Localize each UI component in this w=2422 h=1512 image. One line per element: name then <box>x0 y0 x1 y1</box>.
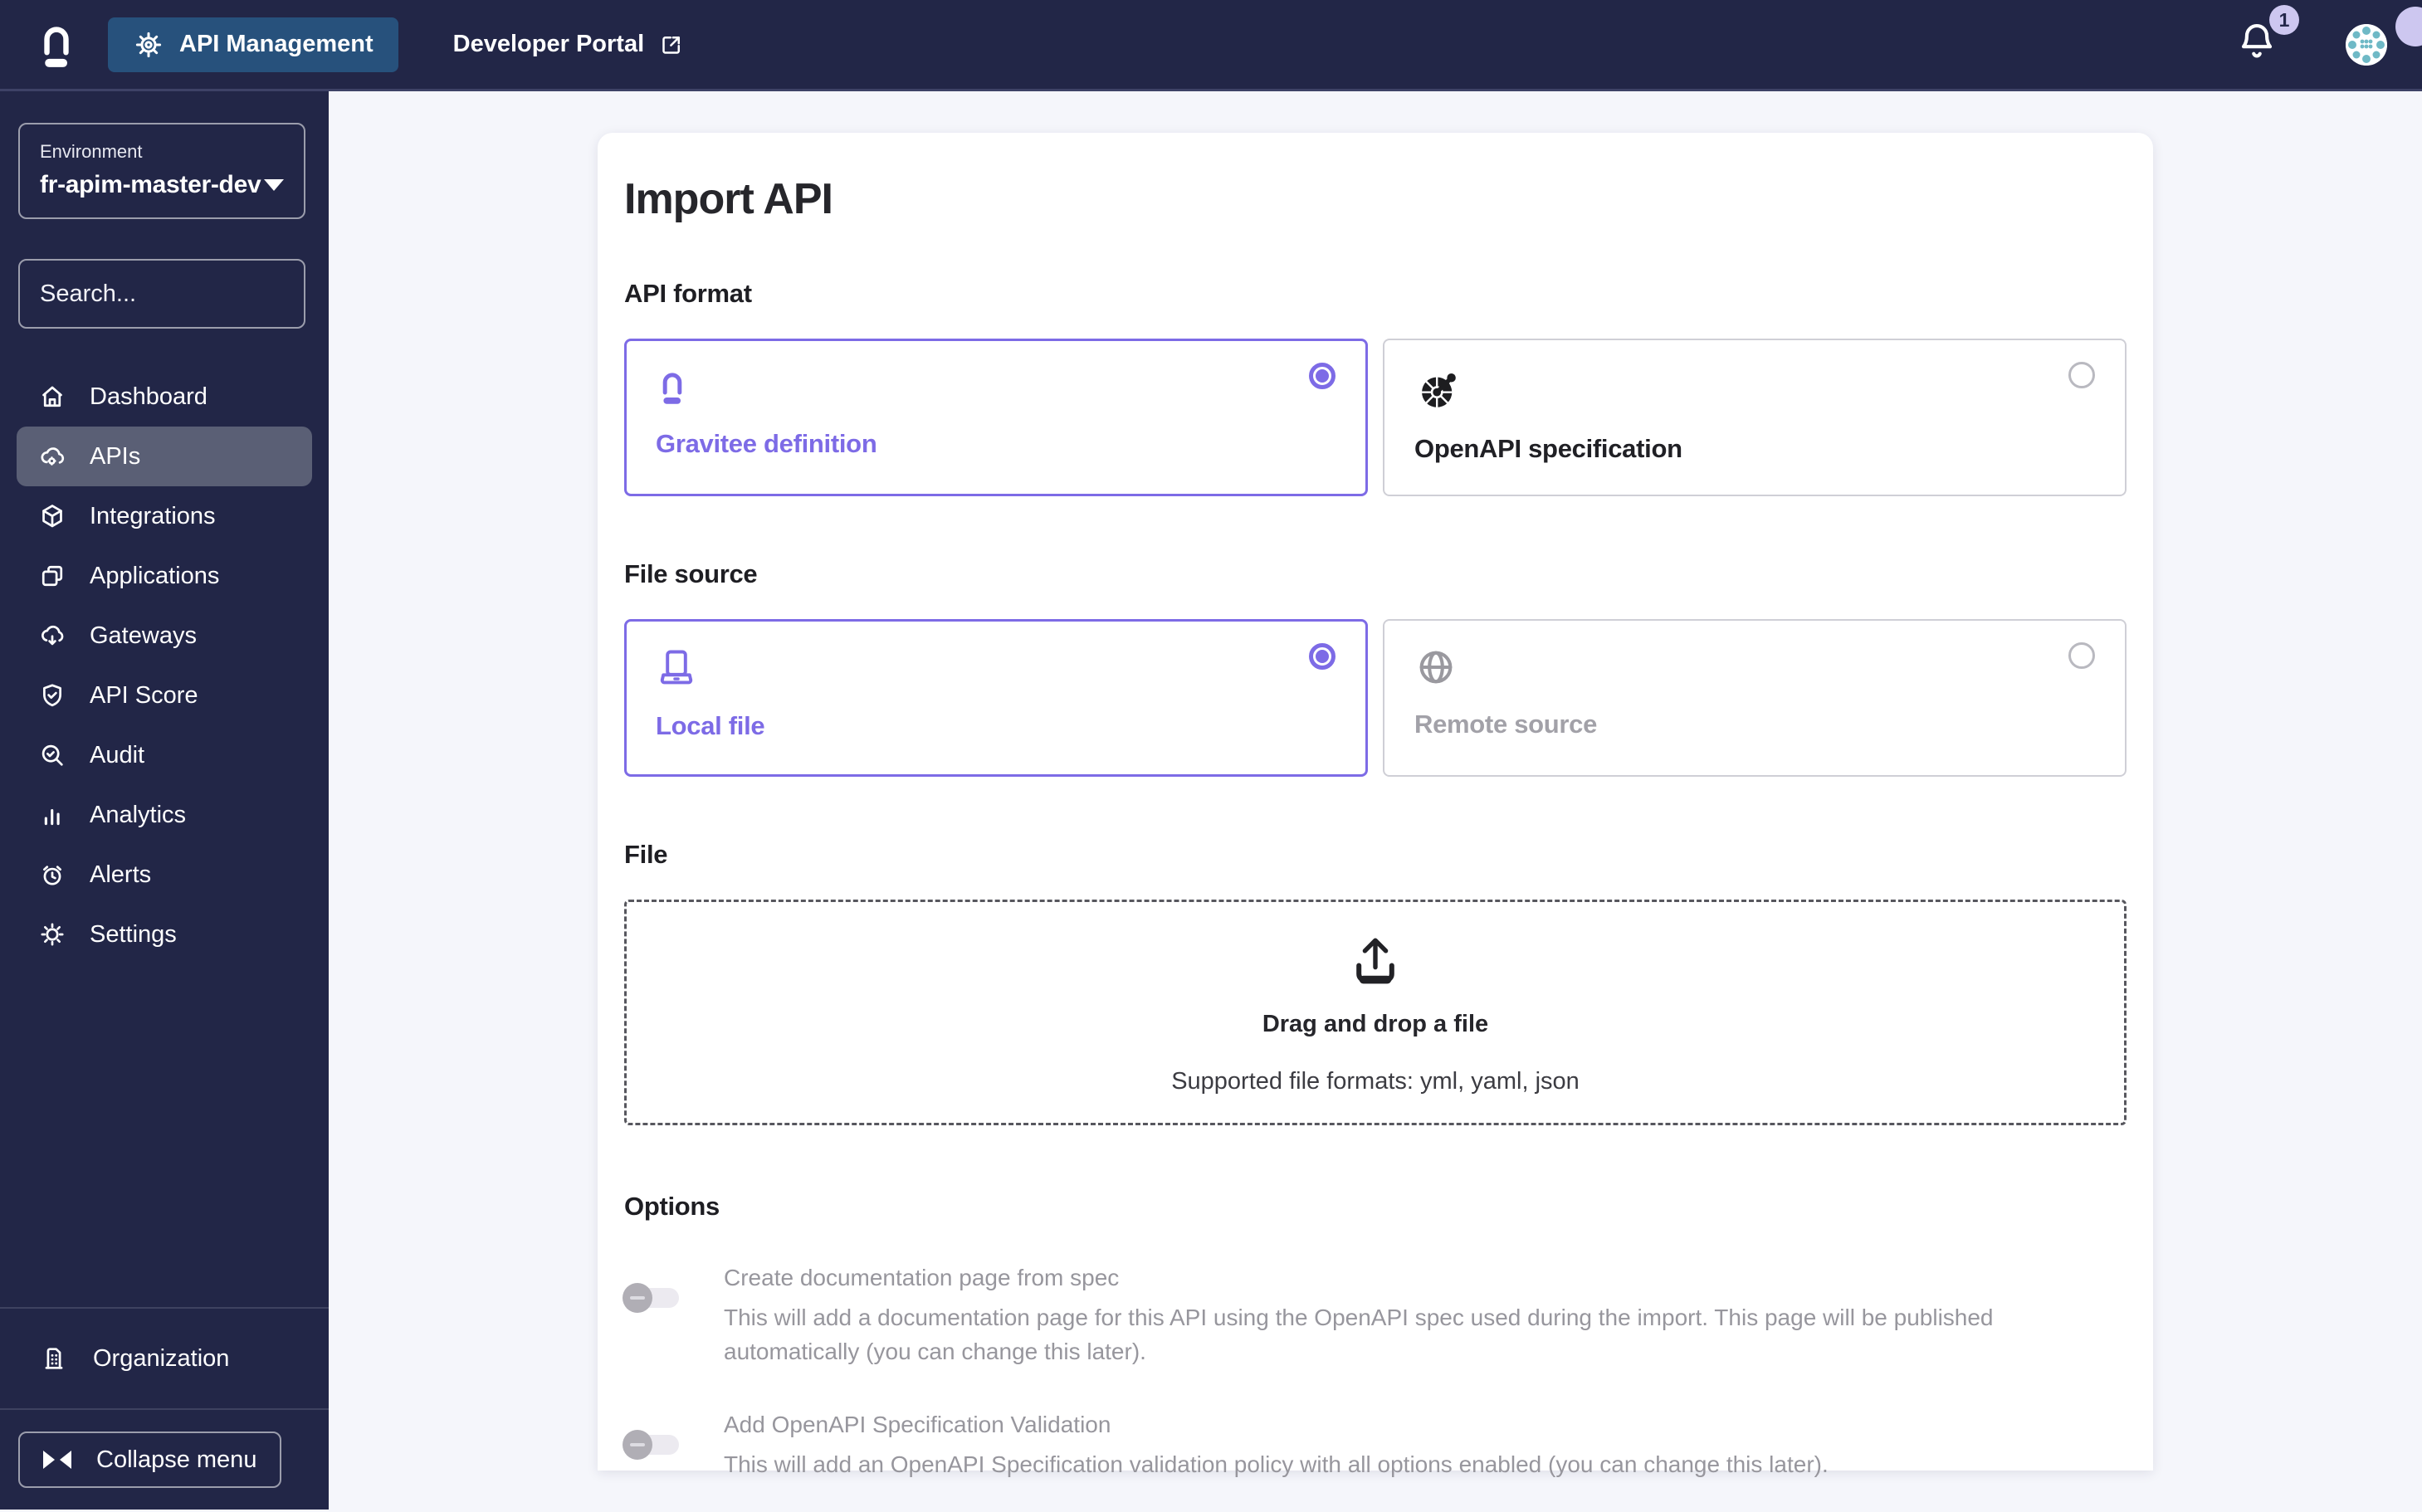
sidebar-nav: Dashboard APIs Integrations Applications… <box>0 367 329 964</box>
option-label: Remote source <box>1414 710 1598 739</box>
collapse-menu-button[interactable]: Collapse menu <box>18 1432 282 1488</box>
page-title: Import API <box>624 175 833 223</box>
cloud-gear-icon <box>38 442 66 471</box>
file-heading: File <box>624 840 668 869</box>
toggle-create-doc-page[interactable] <box>623 1283 679 1313</box>
home-icon <box>38 383 66 411</box>
dropzone-hint: Supported file formats: yml, yaml, json <box>1171 1068 1580 1095</box>
radio-remote-source[interactable] <box>2068 642 2095 669</box>
radio-local-file[interactable] <box>1309 643 1336 670</box>
option-create-doc-page: Create documentation page from spec This… <box>623 1265 2127 1368</box>
toggle-label: Create documentation page from spec <box>724 1265 1120 1290</box>
notifications-button[interactable]: 1 <box>2236 5 2299 69</box>
search-check-icon <box>38 741 66 769</box>
sidebar-item-integrations[interactable]: Integrations <box>17 486 312 546</box>
bar-chart-icon <box>38 801 66 829</box>
environment-label: Environment <box>40 141 143 162</box>
sidebar-item-label: Analytics <box>90 801 187 828</box>
upload-icon <box>1345 929 1405 989</box>
sidebar-item-api-score[interactable]: API Score <box>17 666 312 725</box>
sidebar-item-organization[interactable]: Organization <box>0 1309 329 1408</box>
main-content: Import API API format Gravitee definitio… <box>329 91 2422 1510</box>
toggle-description: This will add an OpenAPI Specification v… <box>724 1451 1829 1478</box>
sidebar-item-label: Dashboard <box>90 383 208 410</box>
alarm-clock-icon <box>38 861 66 889</box>
sidebar-item-analytics[interactable]: Analytics <box>17 785 312 845</box>
gravitee-logo-icon <box>35 19 78 71</box>
secondary-avatar-partial <box>2395 7 2422 46</box>
laptop-icon <box>656 646 697 690</box>
option-add-spec-validation: Add OpenAPI Specification Validation Thi… <box>623 1412 2127 1482</box>
file-source-heading: File source <box>624 559 758 588</box>
divider <box>0 1408 329 1410</box>
sidebar-item-settings[interactable]: Settings <box>17 905 312 964</box>
search-input[interactable] <box>40 280 353 308</box>
developer-portal-label: Developer Portal <box>452 31 645 57</box>
collapse-menu-label: Collapse menu <box>96 1446 257 1473</box>
sidebar-item-applications[interactable]: Applications <box>17 546 312 606</box>
sidebar-item-label: Integrations <box>90 502 216 529</box>
sidebar-item-label: Settings <box>90 920 177 948</box>
sidebar-item-label: Gateways <box>90 622 197 649</box>
sidebar-item-label: Audit <box>90 741 145 768</box>
option-label: Gravitee definition <box>656 429 877 458</box>
sidebar-item-audit[interactable]: Audit <box>17 725 312 785</box>
sidebar-item-label: Alerts <box>90 861 152 888</box>
toggle-description: This will add a documentation page for t… <box>724 1305 1994 1364</box>
toggle-label: Add OpenAPI Specification Validation <box>724 1412 1111 1438</box>
gravitee-g-icon <box>656 365 689 408</box>
globe-icon <box>1414 646 1458 689</box>
environment-value: fr-apim-master-dev <box>40 171 261 198</box>
cube-icon <box>38 502 66 530</box>
developer-portal-link[interactable]: Developer Portal <box>428 17 709 72</box>
cloud-download-icon <box>38 622 66 650</box>
sidebar-item-label: APIs <box>90 442 141 470</box>
option-local-file[interactable]: Local file <box>624 619 1368 777</box>
gear-badge-icon <box>133 29 164 61</box>
sidebar-item-apis[interactable]: APIs <box>17 427 312 486</box>
chevron-down-icon <box>264 179 284 191</box>
option-label: Local file <box>656 711 765 740</box>
api-management-label: API Management <box>179 31 374 57</box>
external-link-icon <box>659 32 684 57</box>
sidebar-bottom: Organization Collapse menu <box>0 1307 329 1510</box>
toggle-add-spec-validation[interactable] <box>623 1430 679 1461</box>
api-format-options: Gravitee definition OpenAPI specificatio… <box>624 339 2127 496</box>
top-bar: API Management Developer Portal 1 <box>0 0 2422 91</box>
organization-label: Organization <box>93 1344 230 1372</box>
windows-icon <box>38 562 66 590</box>
option-remote-source[interactable]: Remote source <box>1383 619 2127 777</box>
option-gravitee-definition[interactable]: Gravitee definition <box>624 339 1368 496</box>
sidebar: Environment fr-apim-master-dev Search...… <box>0 91 380 1510</box>
notification-badge: 1 <box>2269 5 2299 35</box>
sidebar-item-gateways[interactable]: Gateways <box>17 606 312 666</box>
options-heading: Options <box>624 1192 720 1221</box>
sidebar-item-label: API Score <box>90 681 198 709</box>
sidebar-search[interactable] <box>18 259 380 329</box>
shield-check-icon <box>38 681 66 710</box>
option-label: OpenAPI specification <box>1414 434 1682 463</box>
collapse-icon <box>43 1451 71 1469</box>
sidebar-item-dashboard[interactable]: Dashboard <box>17 367 312 427</box>
gear-icon <box>38 920 66 949</box>
environment-select[interactable]: Environment fr-apim-master-dev <box>18 123 305 219</box>
api-format-heading: API format <box>624 279 752 308</box>
import-api-card: Import API API format Gravitee definitio… <box>598 133 2153 1477</box>
user-avatar[interactable] <box>2346 23 2387 66</box>
radio-openapi-specification[interactable] <box>2068 362 2095 388</box>
file-dropzone[interactable]: Drag and drop a file Supported file form… <box>624 900 2127 1125</box>
file-source-options: Local file Remote source <box>624 619 2127 777</box>
option-openapi-specification[interactable]: OpenAPI specification <box>1383 339 2127 496</box>
radio-gravitee-definition[interactable] <box>1309 363 1336 389</box>
dropzone-title: Drag and drop a file <box>1262 1011 1489 1037</box>
organization-icon <box>40 1344 68 1373</box>
sidebar-item-alerts[interactable]: Alerts <box>17 845 312 905</box>
openapi-icon <box>1414 365 1462 413</box>
sidebar-item-label: Applications <box>90 562 220 589</box>
api-management-button[interactable]: API Management <box>108 17 398 72</box>
